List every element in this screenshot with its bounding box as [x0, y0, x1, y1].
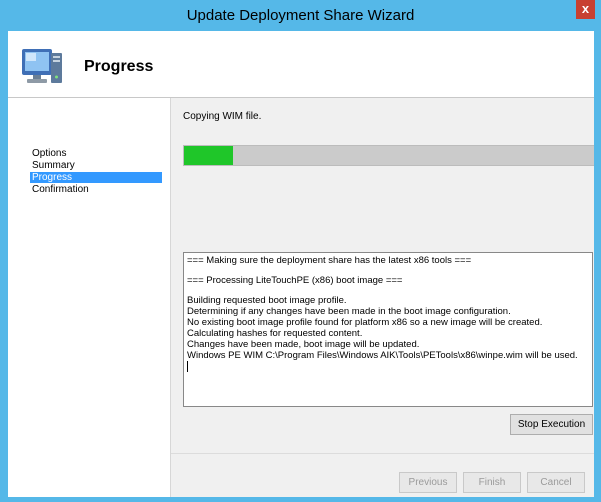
close-icon: x: [581, 1, 590, 16]
sidebar-item-progress[interactable]: Progress: [30, 172, 162, 183]
sidebar-item-options[interactable]: Options: [30, 148, 162, 159]
window-title: Update Deployment Share Wizard: [186, 7, 415, 24]
log-line: === Making sure the deployment share has…: [187, 255, 472, 266]
log-line: Changes have been made, boot image will …: [187, 339, 420, 350]
sidebar-item-summary[interactable]: Summary: [30, 160, 162, 171]
previous-button[interactable]: Previous: [399, 472, 457, 493]
log-line: Windows PE WIM C:\Program Files\Windows …: [187, 350, 578, 361]
progress-bar-fill: [184, 146, 234, 165]
footer-divider: [171, 453, 594, 454]
computer-icon: [22, 49, 62, 83]
log-line: Calculating hashes for requested content…: [187, 328, 363, 339]
close-button[interactable]: x: [576, 0, 595, 19]
log-line: === Processing LiteTouchPE (x86) boot im…: [187, 275, 403, 286]
cancel-button[interactable]: Cancel: [527, 472, 585, 493]
status-text: Copying WIM file.: [183, 111, 262, 122]
log-line: Building requested boot image profile.: [187, 295, 347, 306]
title-bar[interactable]: Update Deployment Share Wizard x: [0, 0, 601, 31]
text-caret: [187, 361, 188, 372]
wizard-steps-sidebar: Options Summary Progress Confirmation: [8, 98, 171, 497]
progress-bar: [183, 145, 594, 166]
wizard-client-area: Progress Options Summary Progress Confir…: [8, 31, 594, 497]
wizard-window: Update Deployment Share Wizard x Progres…: [0, 0, 601, 502]
log-output[interactable]: === Making sure the deployment share has…: [183, 252, 593, 407]
log-line: Determining if any changes have been mad…: [187, 306, 511, 317]
log-line: No existing boot image profile found for…: [187, 317, 543, 328]
stop-execution-button[interactable]: Stop Execution: [510, 414, 593, 435]
wizard-header: Progress: [8, 31, 594, 98]
page-title: Progress: [84, 58, 154, 75]
log-caret-line: [187, 361, 589, 375]
finish-button[interactable]: Finish: [463, 472, 521, 493]
sidebar-item-confirmation[interactable]: Confirmation: [30, 184, 162, 195]
